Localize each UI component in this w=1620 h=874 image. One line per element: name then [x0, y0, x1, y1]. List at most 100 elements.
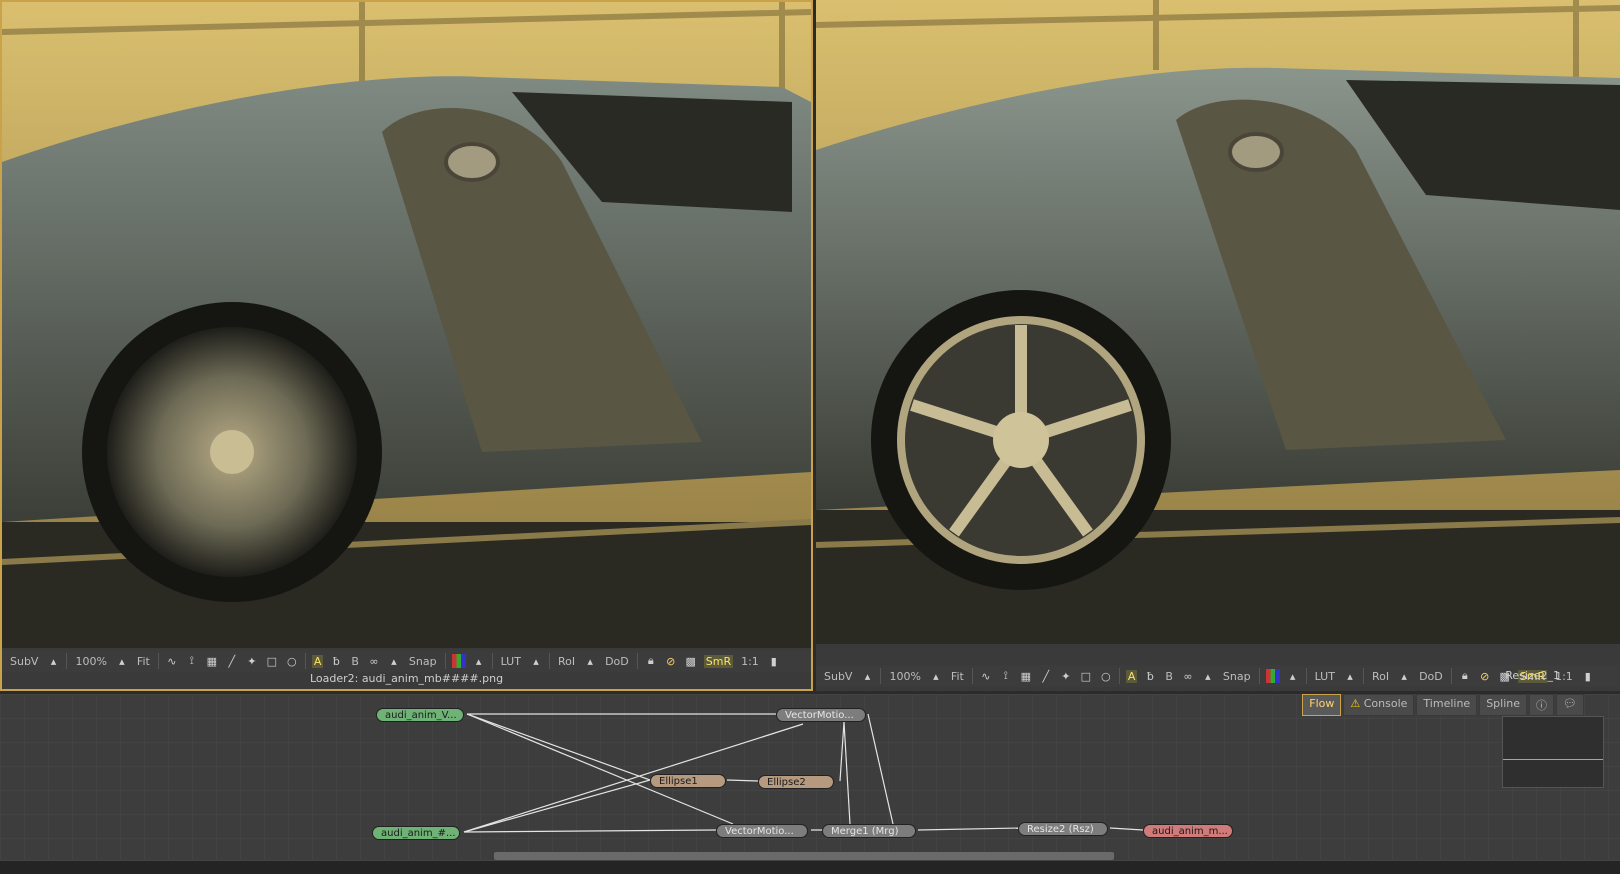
toolbar-separator	[1305, 668, 1307, 684]
flow-editor[interactable]: audi_anim_V... audi_anim_#... VectorMoti…	[0, 694, 1620, 860]
rectangle-tool-icon[interactable]: □	[1079, 670, 1093, 683]
fit-button[interactable]: Fit	[135, 655, 152, 668]
comment-icon[interactable]: 💬︎	[1556, 694, 1584, 716]
dod-button[interactable]: DoD	[1417, 670, 1445, 683]
glasses-icon[interactable]: ∞	[367, 655, 381, 668]
ellipse2-node[interactable]: Ellipse2	[758, 775, 834, 789]
ab-swap-icon[interactable]: ƀ	[1143, 670, 1157, 683]
car-render-sharp	[816, 0, 1620, 644]
viewer-node-name: Resize2_1	[1505, 669, 1560, 682]
dropdown-arrow-icon[interactable]: ▴	[1201, 670, 1215, 683]
subview-button[interactable]: SubV	[8, 655, 40, 668]
toolbar-separator	[491, 653, 493, 669]
dropdown-arrow-icon[interactable]: ▴	[46, 655, 60, 668]
toolbar-separator	[1362, 668, 1364, 684]
roi-button[interactable]: RoI	[556, 655, 577, 668]
dropdown-arrow-icon[interactable]: ▴	[929, 670, 943, 683]
zoom-level[interactable]: 100%	[887, 670, 922, 683]
vector-motion-blur-top-node[interactable]: VectorMotio...	[776, 708, 866, 722]
toolbar-separator	[971, 668, 973, 684]
dod-button[interactable]: DoD	[603, 655, 631, 668]
tab-console-label: Console	[1363, 697, 1408, 710]
lut-button[interactable]: LUT	[499, 655, 523, 668]
b-buffer-button[interactable]: B	[349, 655, 361, 668]
grid-icon[interactable]: ▦	[1019, 670, 1033, 683]
color-channel-icon[interactable]	[1265, 669, 1280, 683]
paint-brush-icon[interactable]: ╱	[1039, 670, 1053, 683]
merge1-node[interactable]: Merge1 (Mrg)	[822, 824, 916, 838]
checkerboard-icon[interactable]: ▩	[684, 655, 698, 668]
tab-spline[interactable]: Spline	[1479, 694, 1528, 716]
lock-icon[interactable]: 🔒︎	[644, 654, 658, 668]
lock-icon[interactable]: 🔒︎	[1458, 669, 1472, 683]
tab-timeline[interactable]: Timeline	[1416, 694, 1478, 716]
lut-button[interactable]: LUT	[1313, 670, 1337, 683]
polyline-tool-icon[interactable]: ⟟	[185, 654, 199, 668]
info-icon[interactable]: ⓘ	[1529, 694, 1555, 716]
saver-node[interactable]: audi_anim_m...	[1143, 824, 1233, 838]
horizontal-scrollbar[interactable]	[494, 852, 1114, 860]
snap-button[interactable]: Snap	[1221, 670, 1253, 683]
magic-wand-icon[interactable]: ✦	[1059, 670, 1073, 683]
paint-brush-icon[interactable]: ╱	[225, 655, 239, 668]
ellipse-tool-icon[interactable]: ○	[1099, 670, 1113, 683]
dropdown-arrow-icon[interactable]: ▴	[387, 655, 401, 668]
loader-vector-node[interactable]: audi_anim_V...	[376, 708, 464, 722]
dropdown-arrow-icon[interactable]: ▴	[1343, 670, 1357, 683]
curve-tool-icon[interactable]: ∿	[979, 670, 993, 683]
dropdown-arrow-icon[interactable]: ▴	[115, 655, 129, 668]
dropdown-arrow-icon[interactable]: ▴	[1397, 670, 1411, 683]
dropdown-arrow-icon[interactable]: ▴	[583, 655, 597, 668]
polyline-tool-icon[interactable]: ⟟	[999, 669, 1013, 683]
right-viewer-image[interactable]	[816, 0, 1620, 644]
ab-swap-icon[interactable]: ƀ	[329, 655, 343, 668]
loader-main-node[interactable]: audi_anim_#...	[372, 826, 460, 840]
left-viewer-image[interactable]	[2, 2, 811, 648]
ellipse1-node[interactable]: Ellipse1	[650, 774, 726, 788]
toolbar-separator	[66, 653, 68, 669]
link-icon[interactable]: ⊘	[664, 655, 678, 668]
a-buffer-button[interactable]: A	[311, 654, 324, 668]
car-render-motion-blur	[2, 2, 811, 648]
color-channel-icon[interactable]	[451, 654, 466, 668]
curve-tool-icon[interactable]: ∿	[165, 655, 179, 668]
panel-tabs: Flow ⚠ Console Timeline Spline ⓘ 💬︎	[1302, 694, 1584, 716]
roi-button[interactable]: RoI	[1370, 670, 1391, 683]
fit-button[interactable]: Fit	[949, 670, 966, 683]
tab-flow[interactable]: Flow	[1302, 694, 1342, 716]
left-viewer-toolbar: SubV ▴ 100% ▴ Fit ∿ ⟟ ▦ ╱ ✦ □ ○ A ƀ B ∞ …	[2, 650, 811, 672]
vector-motion-blur-bottom-node[interactable]: VectorMotio...	[716, 824, 808, 838]
dropdown-arrow-icon[interactable]: ▴	[860, 670, 874, 683]
glasses-icon[interactable]: ∞	[1181, 670, 1195, 683]
zoom-level[interactable]: 100%	[73, 655, 108, 668]
grid-icon[interactable]: ▦	[205, 655, 219, 668]
viewer-caption: Loader2: audi_anim_mb####.png	[309, 672, 504, 685]
time-ruler[interactable]	[0, 860, 1620, 874]
dropdown-arrow-icon[interactable]: ▴	[529, 655, 543, 668]
flow-minimap[interactable]	[1502, 716, 1604, 788]
smr-button[interactable]: SmR	[703, 654, 734, 668]
subview-button[interactable]: SubV	[822, 670, 854, 683]
b-buffer-button[interactable]: B	[1163, 670, 1175, 683]
resize2-node[interactable]: Resize2 (Rsz)	[1018, 822, 1108, 836]
right-viewer-toolbar: SubV ▴ 100% ▴ Fit ∿ ⟟ ▦ ╱ ✦ □ ○ A ƀ B ∞ …	[816, 665, 1620, 687]
toolbar-separator	[157, 653, 159, 669]
histogram-icon[interactable]: ▮	[1581, 670, 1595, 683]
a-buffer-button[interactable]: A	[1125, 669, 1138, 683]
snap-button[interactable]: Snap	[407, 655, 439, 668]
dropdown-arrow-icon[interactable]: ▴	[472, 655, 486, 668]
magic-wand-icon[interactable]: ✦	[245, 655, 259, 668]
tab-console[interactable]: ⚠ Console	[1343, 694, 1415, 716]
toolbar-separator	[304, 653, 306, 669]
dropdown-arrow-icon[interactable]: ▴	[1286, 670, 1300, 683]
ellipse-tool-icon[interactable]: ○	[285, 655, 299, 668]
left-viewer[interactable]: SubV ▴ 100% ▴ Fit ∿ ⟟ ▦ ╱ ✦ □ ○ A ƀ B ∞ …	[0, 0, 813, 691]
rectangle-tool-icon[interactable]: □	[265, 655, 279, 668]
toolbar-separator	[548, 653, 550, 669]
link-icon[interactable]: ⊘	[1478, 670, 1492, 683]
ratio-button[interactable]: 1:1	[739, 655, 761, 668]
histogram-icon[interactable]: ▮	[767, 655, 781, 668]
toolbar-separator	[880, 668, 882, 684]
toolbar-separator	[444, 653, 446, 669]
right-viewer[interactable]: SubV ▴ 100% ▴ Fit ∿ ⟟ ▦ ╱ ✦ □ ○ A ƀ B ∞ …	[816, 0, 1620, 691]
